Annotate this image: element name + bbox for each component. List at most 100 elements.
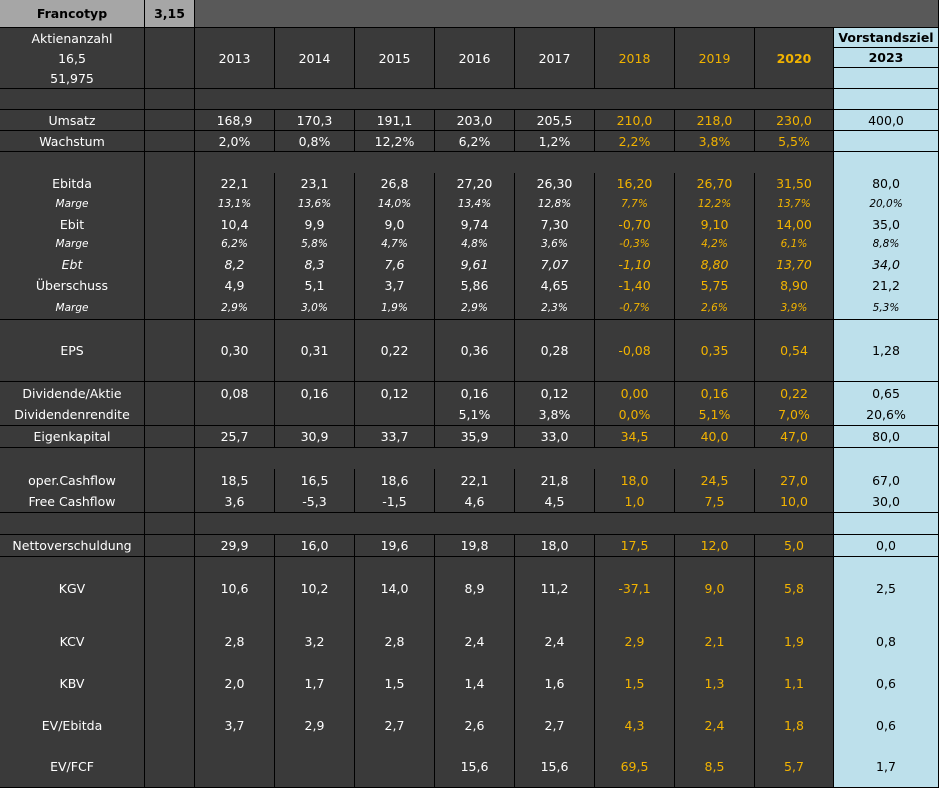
row-label-evfcf[interactable]: EV/FCF [0,746,145,788]
target-fcf[interactable]: 30,0 [834,491,939,513]
cell-kgv-2017[interactable]: 11,2 [515,557,595,620]
cell-wachstum-2015[interactable]: 12,2% [355,131,435,152]
cell-marge_ebitda-2017[interactable]: 12,8% [515,194,595,214]
cell-kgv-2018[interactable]: -37,1 [595,557,675,620]
cell-marge_ueber-2016[interactable]: 2,9% [435,296,515,320]
cell-ueberschuss-2019[interactable]: 5,75 [675,274,755,296]
row-label-kbv[interactable]: KBV [0,662,145,704]
cell-divrendite-2019[interactable]: 5,1% [675,404,755,426]
cell-eigenkapital-2013[interactable]: 25,7 [195,426,275,448]
cell-ebit-2013[interactable]: 10,4 [195,214,275,234]
cell-divrendite-2017[interactable]: 3,8% [515,404,595,426]
target-eps[interactable]: 1,28 [834,320,939,382]
cell-umsatz-2015[interactable]: 191,1 [355,110,435,131]
cell-dividende-2014[interactable]: 0,16 [275,382,355,404]
target-kcv[interactable]: 0,8 [834,620,939,662]
cell-ebit-2015[interactable]: 9,0 [355,214,435,234]
cell-kcv-2020[interactable]: 1,9 [755,620,834,662]
cell-dividende-2017[interactable]: 0,12 [515,382,595,404]
cell-marge_ebitda-2013[interactable]: 13,1% [195,194,275,214]
cell-divrendite-2016[interactable]: 5,1% [435,404,515,426]
year-header-2016[interactable]: 2016 [435,28,515,89]
cell-ebitda-2019[interactable]: 26,70 [675,173,755,194]
cell-netto-2014[interactable]: 16,0 [275,535,355,557]
cell-ebitda-2018[interactable]: 16,20 [595,173,675,194]
row-empty-eigenkapital[interactable] [145,426,195,448]
cell-divrendite-2020[interactable]: 7,0% [755,404,834,426]
row-empty-divrendite[interactable] [145,404,195,426]
row-label-kgv[interactable]: KGV [0,557,145,620]
row-empty-fcf[interactable] [145,491,195,513]
cell-evebitda-2020[interactable]: 1,8 [755,704,834,746]
row-empty-wachstum[interactable] [145,131,195,152]
cell-kcv-2018[interactable]: 2,9 [595,620,675,662]
cell-fcf-2015[interactable]: -1,5 [355,491,435,513]
target-ebit[interactable]: 35,0 [834,214,939,234]
cell-marge_ebit-2016[interactable]: 4,8% [435,234,515,254]
cell-ueberschuss-2013[interactable]: 4,9 [195,274,275,296]
cell-ebit-2019[interactable]: 9,10 [675,214,755,234]
target-evebitda[interactable]: 0,6 [834,704,939,746]
year-header-2017[interactable]: 2017 [515,28,595,89]
row-label-dividende[interactable]: Dividende/Aktie [0,382,145,404]
target-wachstum[interactable] [834,131,939,152]
cell-wachstum-2018[interactable]: 2,2% [595,131,675,152]
target-evfcf[interactable]: 1,7 [834,746,939,788]
cell-marge_ebit-2020[interactable]: 6,1% [755,234,834,254]
cell-eps-2020[interactable]: 0,54 [755,320,834,382]
cell-eigenkapital-2016[interactable]: 35,9 [435,426,515,448]
row-label-umsatz[interactable]: Umsatz [0,110,145,131]
target-marge_ebitda[interactable]: 20,0% [834,194,939,214]
cell-ueberschuss-2020[interactable]: 8,90 [755,274,834,296]
target-kbv[interactable]: 0,6 [834,662,939,704]
target-opcf[interactable]: 67,0 [834,469,939,491]
cell-ebitda-2016[interactable]: 27,20 [435,173,515,194]
cell-eps-2015[interactable]: 0,22 [355,320,435,382]
cell-evebitda-2014[interactable]: 2,9 [275,704,355,746]
cell-marge_ebit-2013[interactable]: 6,2% [195,234,275,254]
cell-kcv-2015[interactable]: 2,8 [355,620,435,662]
cell-divrendite-2013[interactable] [195,404,275,426]
cell-marge_ueber-2017[interactable]: 2,3% [515,296,595,320]
cell-marge_ueber-2020[interactable]: 3,9% [755,296,834,320]
row-label-marge_ueber[interactable]: Marge [0,296,145,320]
cell-netto-2017[interactable]: 18,0 [515,535,595,557]
cell-ebt-2016[interactable]: 9,61 [435,254,515,274]
cell-eigenkapital-2019[interactable]: 40,0 [675,426,755,448]
cell-wachstum-2019[interactable]: 3,8% [675,131,755,152]
cell-kbv-2015[interactable]: 1,5 [355,662,435,704]
cell-eigenkapital-2017[interactable]: 33,0 [515,426,595,448]
cell-eigenkapital-2020[interactable]: 47,0 [755,426,834,448]
cell-fcf-2013[interactable]: 3,6 [195,491,275,513]
cell-fcf-2020[interactable]: 10,0 [755,491,834,513]
row-label-ueberschuss[interactable]: Überschuss [0,274,145,296]
cell-marge_ebit-2019[interactable]: 4,2% [675,234,755,254]
row-label-ebit[interactable]: Ebit [0,214,145,234]
cell-ebt-2017[interactable]: 7,07 [515,254,595,274]
row-label-ebt[interactable]: Ebt [0,254,145,274]
target-umsatz[interactable]: 400,0 [834,110,939,131]
cell-wachstum-2016[interactable]: 6,2% [435,131,515,152]
row-empty-ebt[interactable] [145,254,195,274]
row-label-wachstum[interactable]: Wachstum [0,131,145,152]
year-header-2019[interactable]: 2019 [675,28,755,89]
cell-evebitda-2018[interactable]: 4,3 [595,704,675,746]
cell-ebit-2018[interactable]: -0,70 [595,214,675,234]
cell-opcf-2018[interactable]: 18,0 [595,469,675,491]
cell-eps-2018[interactable]: -0,08 [595,320,675,382]
share-price-cell[interactable]: 3,15 [145,0,195,28]
cell-marge_ebitda-2018[interactable]: 7,7% [595,194,675,214]
target-netto[interactable]: 0,0 [834,535,939,557]
row-empty-marge_ebitda[interactable] [145,194,195,214]
cell-eps-2013[interactable]: 0,30 [195,320,275,382]
cell-marge_ueber-2015[interactable]: 1,9% [355,296,435,320]
row-label-ebitda[interactable]: Ebitda [0,173,145,194]
row-empty-ebit[interactable] [145,214,195,234]
cell-marge_ebit-2018[interactable]: -0,3% [595,234,675,254]
cell-divrendite-2014[interactable] [275,404,355,426]
cell-ebitda-2015[interactable]: 26,8 [355,173,435,194]
cell-eps-2019[interactable]: 0,35 [675,320,755,382]
year-header-2013[interactable]: 2013 [195,28,275,89]
cell-ueberschuss-2016[interactable]: 5,86 [435,274,515,296]
cell-ebit-2020[interactable]: 14,00 [755,214,834,234]
